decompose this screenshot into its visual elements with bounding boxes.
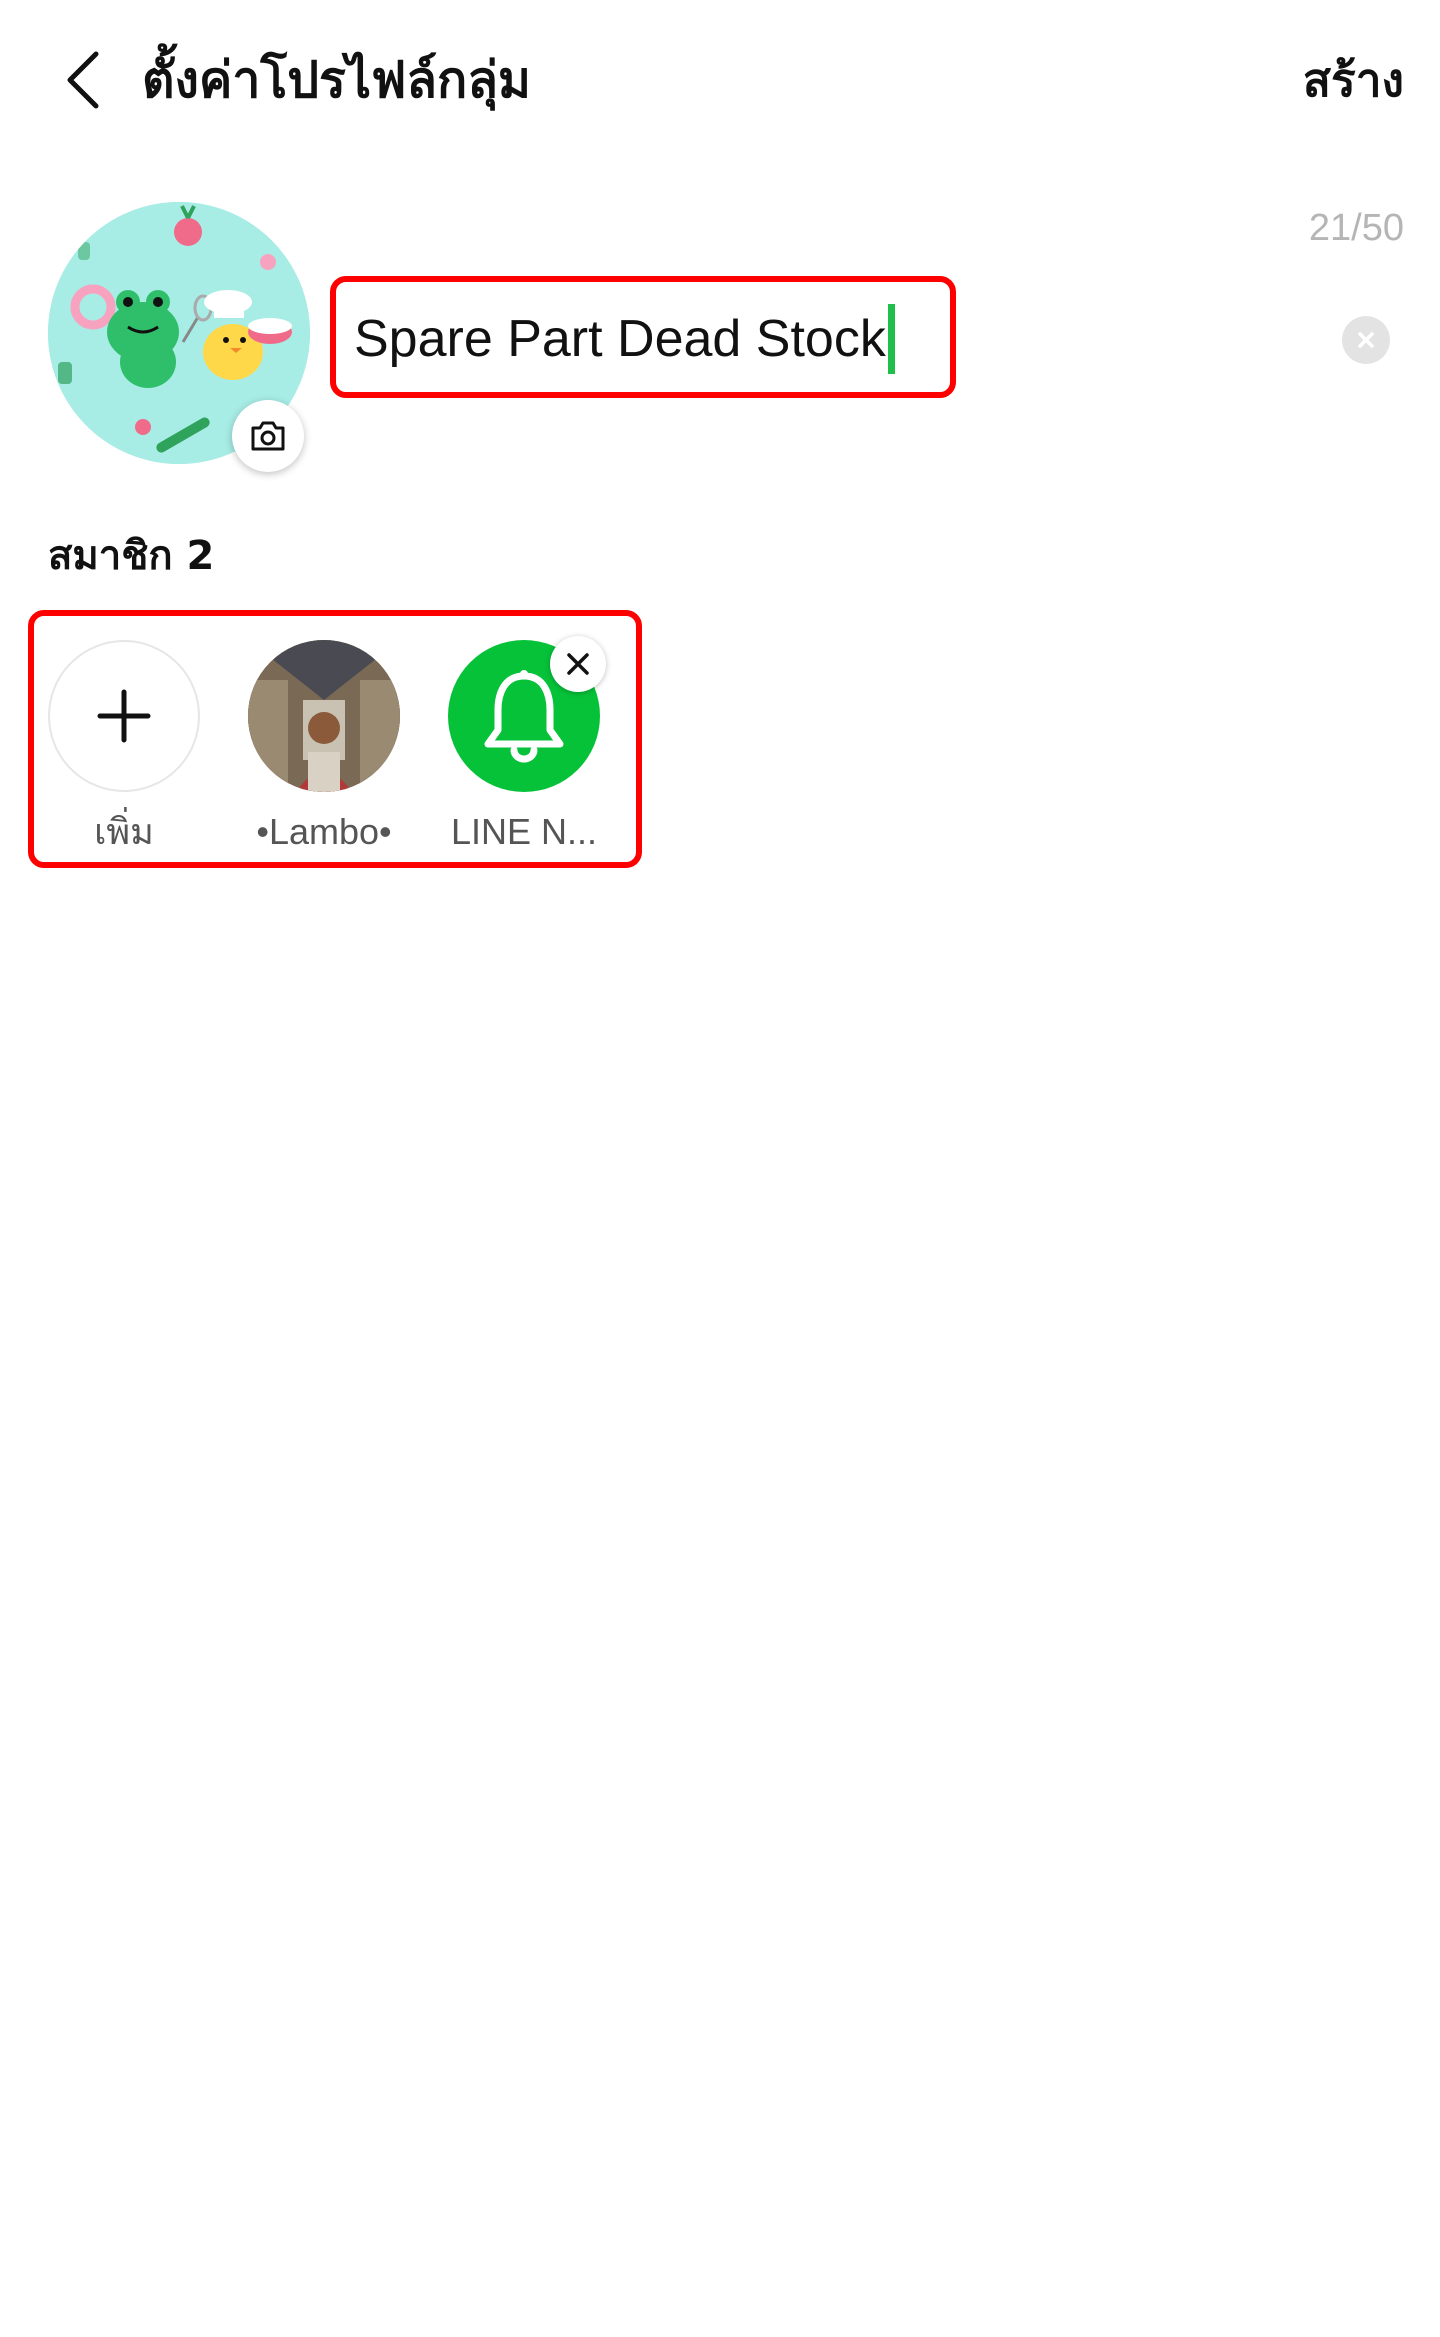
member-name: LINE N... [450, 811, 598, 852]
person-photo [248, 640, 400, 792]
group-name-input[interactable]: Spare Part Dead Stock [354, 304, 895, 374]
back-button[interactable] [44, 40, 124, 120]
chevron-left-icon [67, 51, 99, 109]
clear-name-button[interactable] [1342, 316, 1390, 364]
member-item-lambo[interactable]: •Lambo• [224, 640, 424, 860]
plus-icon [97, 689, 151, 743]
close-icon [567, 653, 589, 675]
remove-member-button[interactable] [550, 636, 606, 692]
change-photo-button[interactable] [232, 400, 304, 472]
group-name-value: Spare Part Dead Stock [354, 310, 886, 368]
members-count-label: สมาชิก 2 [48, 533, 215, 579]
close-icon [1358, 332, 1374, 348]
character-counter: 21/50 [1308, 207, 1404, 249]
create-button[interactable]: สร้าง [1303, 48, 1404, 112]
member-avatar [248, 640, 400, 792]
member-name: เพิ่ม [94, 811, 154, 852]
app-header: ตั้งค่าโปรไฟล์กลุ่ม สร้าง [0, 0, 1440, 160]
add-member-circle [48, 640, 200, 792]
camera-icon [251, 421, 285, 451]
text-caret [887, 304, 895, 374]
add-member-button[interactable]: เพิ่ม [24, 640, 224, 860]
page-title: ตั้งค่าโปรไฟล์กลุ่ม [142, 51, 531, 109]
member-name: •Lambo• [256, 811, 392, 852]
